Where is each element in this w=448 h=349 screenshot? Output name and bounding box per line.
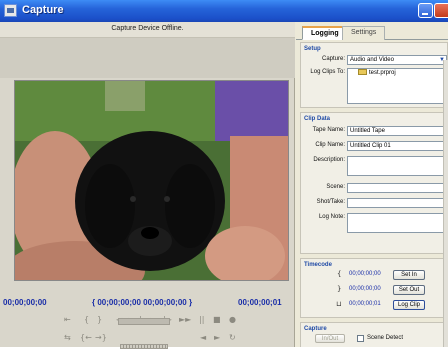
capture-label: Capture: — [321, 56, 345, 62]
capture-select[interactable]: Audio and Video ▼ — [347, 55, 447, 65]
monitor-margin — [0, 38, 295, 78]
minimize-button[interactable] — [418, 3, 433, 18]
scene-label: Scene: — [326, 184, 345, 190]
video-preview — [14, 80, 289, 281]
timecode-section: Timecode { 00;00;00;00 Set In } 00;00;00… — [300, 258, 448, 318]
slow-reverse-icon[interactable]: ◄ — [200, 333, 206, 343]
capture-in-out-button[interactable]: In/Out — [315, 334, 345, 343]
status-strip: Capture Device Offline. — [0, 22, 295, 38]
pause-icon[interactable]: || — [199, 315, 204, 325]
tab-strip: Logging Settings — [296, 26, 448, 40]
in-out-timecode[interactable]: { 00;00;00;00 00;00;00;00 } — [92, 298, 192, 307]
go-to-out-point-icon[interactable]: →} — [95, 333, 107, 343]
timecode-heading: Timecode — [304, 262, 332, 268]
device-status-text: Capture Device Offline. — [111, 25, 184, 32]
close-button[interactable] — [434, 3, 448, 18]
log-note-input[interactable] — [347, 213, 447, 233]
log-clips-label: Log Clips To: — [310, 69, 345, 75]
fast-forward-icon[interactable]: ►► — [179, 315, 191, 325]
scene-detect-label: Scene Detect — [367, 335, 404, 341]
puppy-image — [15, 81, 288, 280]
clip-name-input[interactable]: Untitled Clip 01 — [347, 141, 447, 151]
slow-play-icon[interactable]: ► — [214, 333, 220, 343]
folder-icon — [358, 69, 367, 76]
app-icon — [4, 4, 17, 17]
set-in-button[interactable]: Set In — [393, 270, 425, 280]
out-timecode[interactable]: 00;00;00;00 — [349, 286, 381, 292]
scene-detect-checkbox[interactable] — [357, 335, 364, 342]
in-timecode[interactable]: 00;00;00;00 — [349, 271, 381, 277]
transport-controls: ⇤ { } ◄◄ ◄| ► |► ►► || ■ ● — [0, 312, 295, 328]
go-to-in-icon[interactable]: ⇤ — [64, 315, 71, 325]
tab-settings[interactable]: Settings — [342, 26, 386, 40]
tab-logging[interactable]: Logging — [302, 26, 348, 40]
out-point-icon: } — [337, 285, 342, 293]
panel-scrollbar[interactable] — [443, 60, 448, 347]
log-clips-item[interactable]: test.prproj — [369, 70, 396, 76]
clip-data-heading: Clip Data — [304, 116, 331, 122]
logging-panel: Logging Settings Setup Capture: Audio an… — [296, 22, 448, 347]
log-note-label: Log Note: — [318, 214, 345, 220]
in-point-icon: { — [337, 270, 342, 278]
capture-monitor: Capture Device Offline. 00;00;00;00 {00… — [0, 22, 295, 349]
clip-name-label: Clip Name: — [315, 142, 345, 148]
description-input[interactable] — [347, 156, 447, 176]
tape-name-label: Tape Name: — [312, 127, 345, 133]
tape-name-input[interactable]: Untitled Tape — [347, 126, 447, 136]
capture-heading: Capture — [304, 326, 327, 332]
current-timecode[interactable]: 00;00;00;00 — [3, 298, 47, 307]
description-label: Description: — [313, 157, 345, 163]
set-out-icon[interactable]: } — [97, 315, 102, 325]
duration-timecode[interactable]: 00;00;00;01 — [238, 298, 282, 307]
set-out-button[interactable]: Set Out — [393, 285, 425, 295]
title-bar[interactable]: Capture — [0, 0, 448, 22]
log-clip-button[interactable]: Log Clip — [393, 300, 425, 310]
loop-icon[interactable]: ⇆ — [64, 333, 71, 343]
scene-input[interactable] — [347, 183, 447, 193]
set-in-icon[interactable]: { — [84, 315, 89, 325]
capture-window: Capture Capture Device Offline. 00;00;00… — [0, 0, 448, 349]
timecode-row: 00;00;00;00 { 00;00;00;00 00;00;00;00 } … — [0, 295, 295, 311]
window-title: Capture — [22, 4, 64, 16]
scene-search-icon[interactable]: ↻ — [229, 333, 236, 343]
record-icon[interactable]: ● — [229, 315, 236, 325]
jog-slider[interactable] — [118, 318, 170, 325]
setup-heading: Setup — [304, 46, 321, 52]
duration-icon: ⊔ — [336, 300, 342, 308]
setup-section: Setup Capture: Audio and Video ▼ Log Cli… — [300, 42, 448, 108]
go-to-in-point-icon[interactable]: {← — [80, 333, 92, 343]
transport-controls-secondary: ⇆ {← →} ◄ ► ↻ — [0, 330, 295, 349]
duration-timecode-value[interactable]: 00;00;00;01 — [349, 301, 381, 307]
shot-take-input[interactable] — [347, 198, 447, 208]
shot-take-label: Shot/Take: — [316, 199, 345, 205]
capture-select-value: Audio and Video — [350, 57, 394, 63]
log-clips-list[interactable]: test.prproj — [347, 68, 447, 104]
stop-icon[interactable]: ■ — [213, 315, 221, 325]
clip-data-section: Clip Data Tape Name: Untitled Tape Clip … — [300, 112, 448, 254]
capture-section: Capture In/Out Scene Detect — [300, 322, 448, 347]
